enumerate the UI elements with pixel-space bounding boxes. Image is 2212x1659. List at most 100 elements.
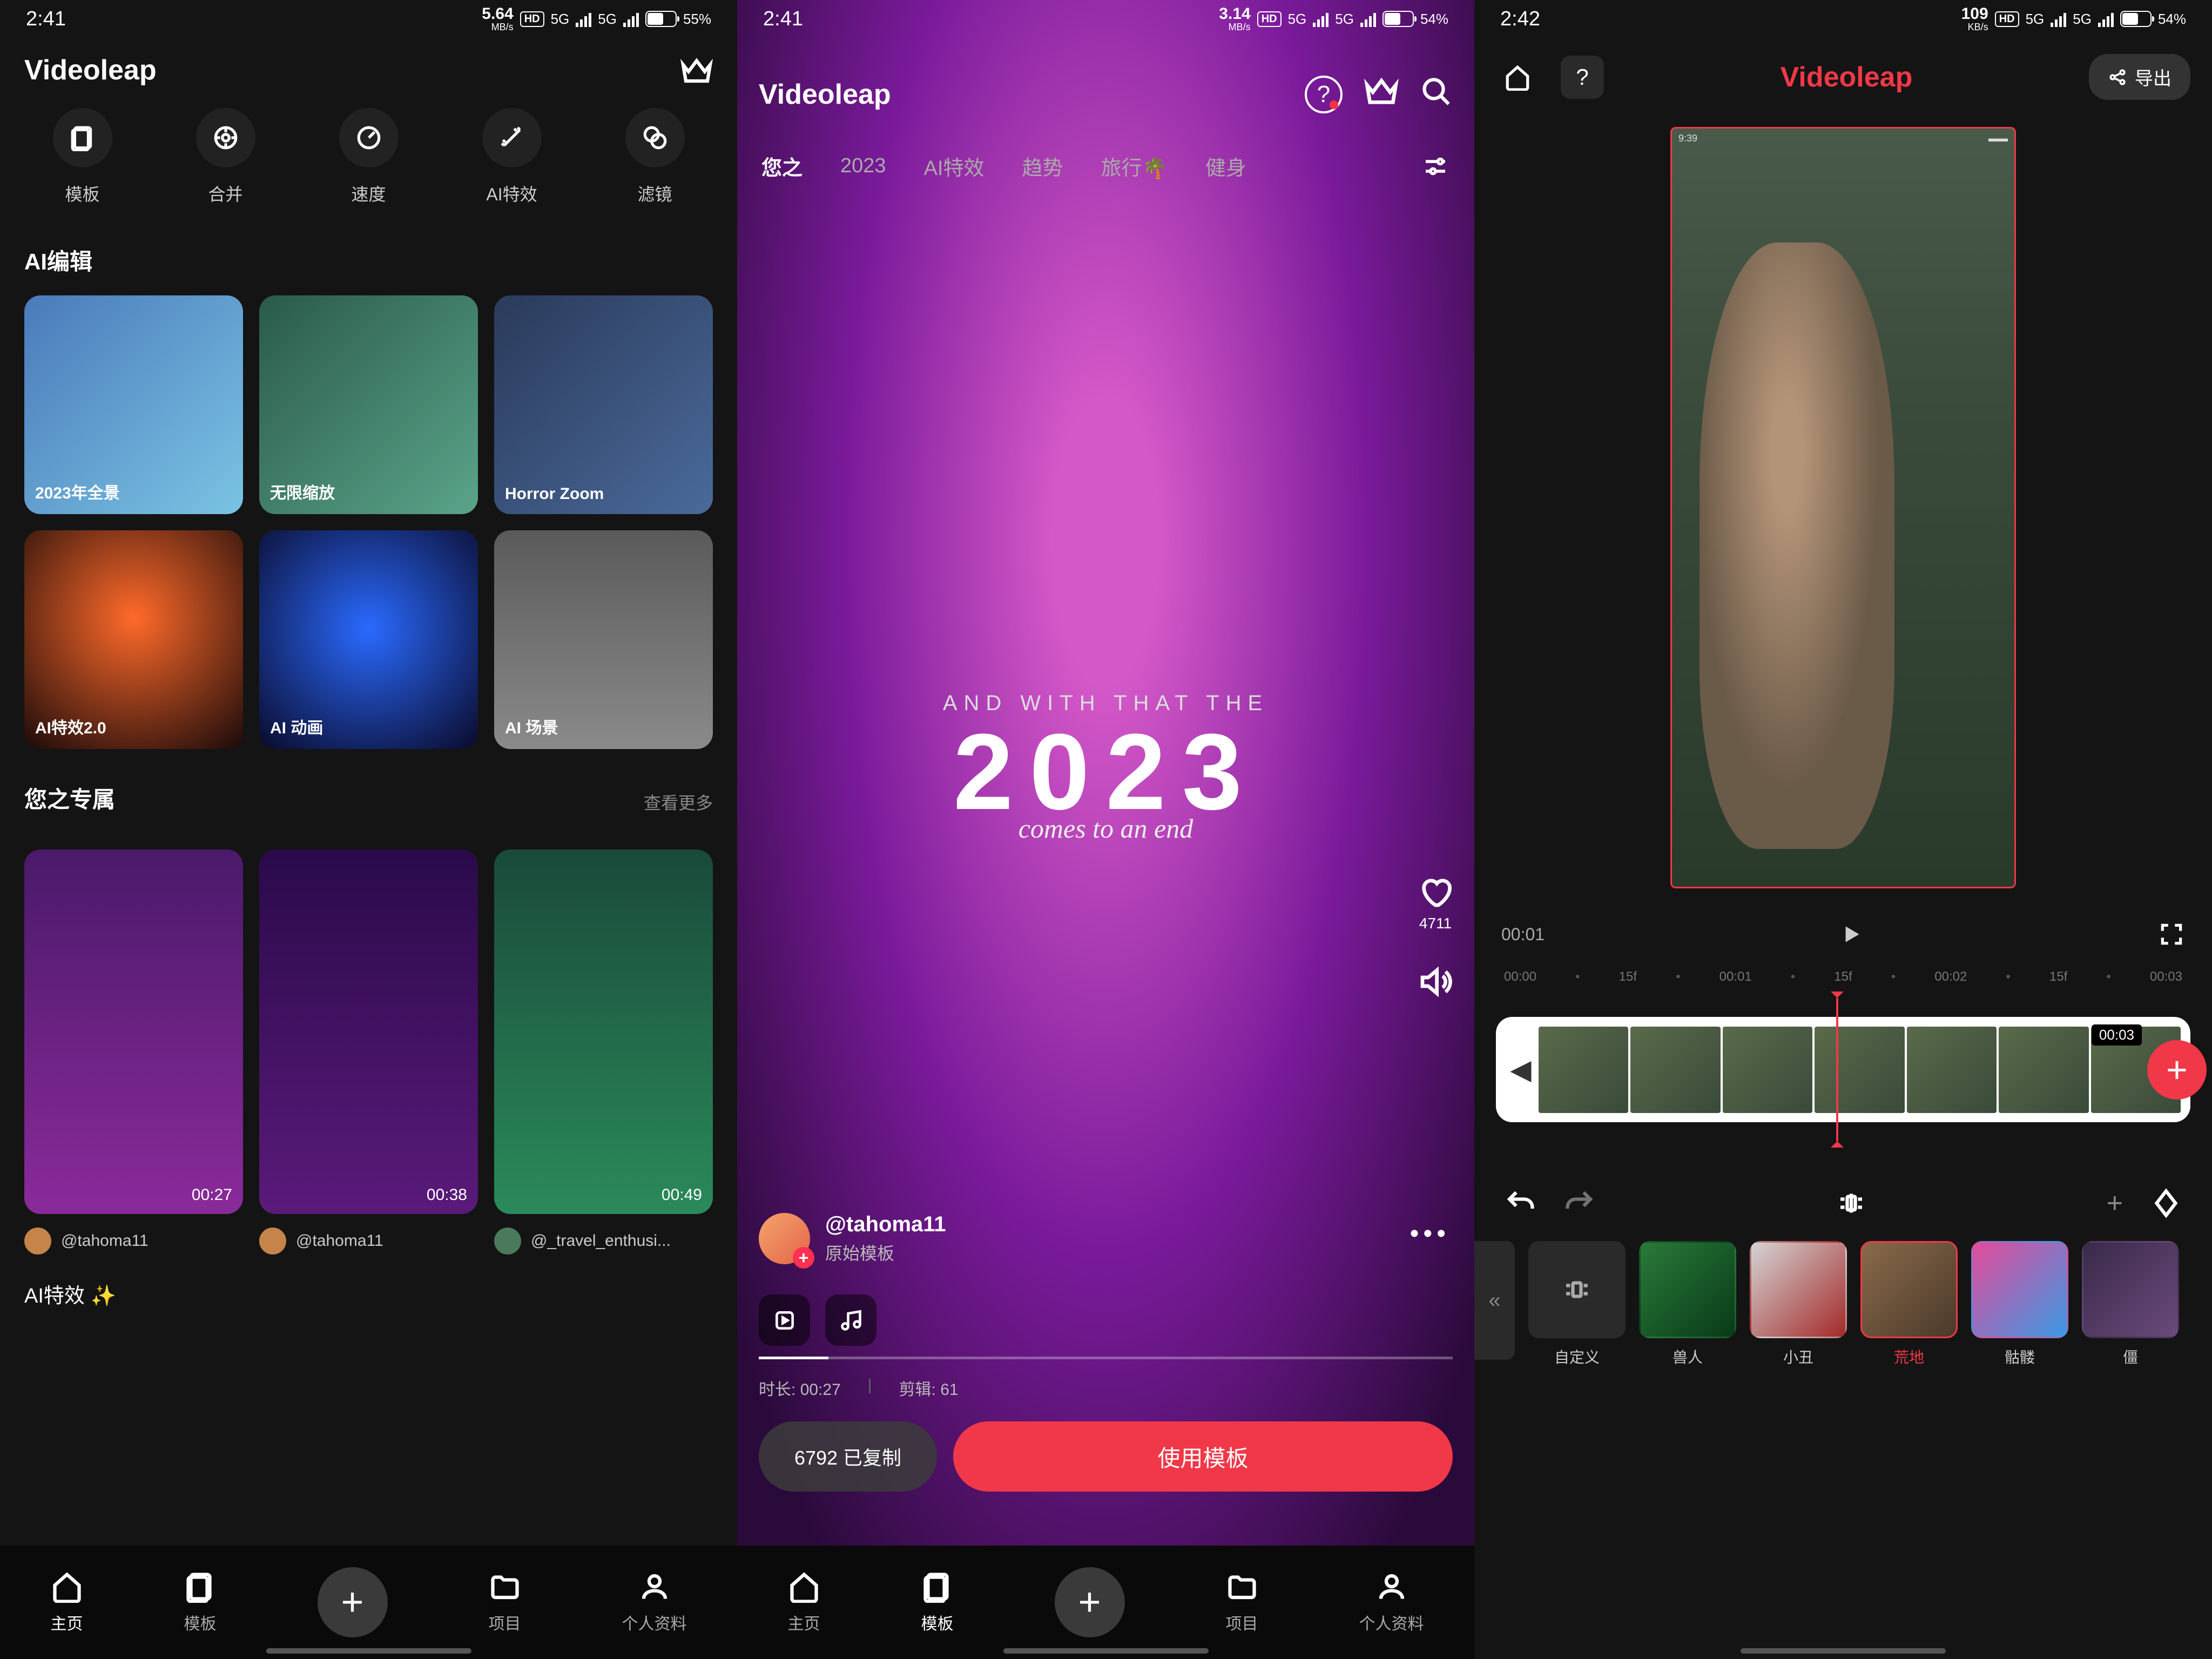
ai-card[interactable]: AI特效2.0 (24, 530, 243, 749)
bottom-nav: 主页 模板 + 项目 个人资料 (737, 1546, 1474, 1659)
premium-crown-icon[interactable] (680, 57, 713, 84)
avatar[interactable] (759, 1213, 810, 1264)
template-text-overlay: AND WITH THAT THE 2023 comes to an end (737, 691, 1474, 844)
home-indicator (266, 1648, 471, 1654)
filter-clown[interactable]: 小丑 (1750, 1241, 1847, 1367)
help-button[interactable]: ? (1561, 56, 1604, 99)
add-clip-button[interactable]: + (2147, 1040, 2207, 1100)
redo-button[interactable] (1563, 1187, 1596, 1219)
nav-profile[interactable]: 个人资料 (1359, 1570, 1424, 1634)
like-button[interactable]: 4711 (1418, 875, 1453, 932)
ai-card[interactable]: AI 场景 (494, 530, 713, 749)
signal-icon (576, 11, 591, 27)
playhead[interactable] (1836, 998, 1838, 1141)
nav-home[interactable]: 主页 (788, 1570, 820, 1634)
tool-ai-fx[interactable]: AI特效 (482, 108, 542, 206)
premium-crown-icon[interactable] (1364, 76, 1399, 106)
ai-card[interactable]: 无限缩放 (259, 295, 478, 514)
nav-projects[interactable]: 项目 (489, 1570, 521, 1634)
tab-ai[interactable]: AI特效 (924, 151, 984, 181)
template-card[interactable]: 00:49 (494, 849, 713, 1214)
tab-2023[interactable]: 2023 (840, 154, 886, 178)
filter-wasteland[interactable]: 荒地 (1860, 1241, 1958, 1367)
nav-home[interactable]: 主页 (51, 1570, 83, 1634)
undo-button[interactable] (1504, 1187, 1536, 1219)
signal-icon (623, 11, 639, 27)
tab-fitness[interactable]: 健身 (1205, 151, 1246, 181)
nav-projects[interactable]: 项目 (1226, 1570, 1258, 1634)
help-icon[interactable]: ? (1305, 76, 1343, 113)
keyframe-button[interactable] (2150, 1187, 2182, 1219)
author-block[interactable]: @tahoma11 原始模板 (759, 1212, 946, 1265)
filter-orc[interactable]: 兽人 (1639, 1241, 1736, 1367)
home-indicator (1741, 1648, 1946, 1654)
app-brand: Videoleap (759, 78, 891, 111)
template-detail-screen: 2:41 3.14MB/s HD 5G 5G 54% Videoleap ? 您… (737, 0, 1474, 1659)
tab-you[interactable]: 您之 (761, 151, 802, 181)
bottom-nav: 主页 模板 + 项目 个人资料 (0, 1546, 737, 1659)
template-card[interactable]: 00:38 (259, 849, 478, 1214)
section-ai-edit: AI编辑 (24, 244, 713, 276)
section-for-you: 您之专属 (24, 781, 115, 814)
filter-zombie[interactable]: 僵 (2082, 1241, 2179, 1367)
home-screen: 2:41 5.64MB/s HD 5G 5G 55% Videoleap 模板 … (0, 0, 737, 1659)
tool-row: 模板 合并 速度 AI特效 滤镜 (0, 108, 737, 233)
use-template-button[interactable]: 使用模板 (953, 1421, 1453, 1492)
time-ruler: 00:00• 15f• 00:01• 15f• 00:02• 15f• 00:0… (1474, 969, 2212, 984)
nav-profile[interactable]: 个人资料 (622, 1570, 687, 1634)
status-time: 2:41 (26, 8, 66, 31)
category-tabs: 您之 2023 AI特效 趋势 旅行🌴 健身 (737, 151, 1474, 181)
tool-filters[interactable]: 滤镜 (625, 108, 685, 206)
hd-icon: HD (520, 11, 544, 27)
tab-travel[interactable]: 旅行🌴 (1101, 151, 1167, 181)
nav-templates[interactable]: 模板 (921, 1570, 954, 1634)
export-button[interactable]: 导出 (2089, 54, 2190, 100)
music-pill-icon[interactable] (825, 1294, 876, 1346)
clip-strip[interactable]: ◀ 00:03 (1496, 1017, 2190, 1122)
status-bar: 2:41 5.64MB/s HD 5G 5G 55% (0, 0, 737, 38)
filter-sliders-icon[interactable] (1421, 152, 1450, 181)
nav-templates[interactable]: 模板 (184, 1570, 217, 1634)
filter-skull[interactable]: 骷髅 (1971, 1241, 2068, 1367)
search-icon[interactable] (1420, 76, 1453, 108)
create-button[interactable]: + (1055, 1567, 1125, 1637)
play-button[interactable] (1838, 921, 1865, 948)
split-button[interactable] (1835, 1187, 1867, 1219)
more-options-button[interactable]: ••• (1410, 1219, 1450, 1249)
tool-speed[interactable]: 速度 (339, 108, 399, 206)
video-pill-icon[interactable] (759, 1294, 810, 1346)
timeline[interactable]: ◀ 00:03 + (1496, 1017, 2190, 1122)
tool-templates[interactable]: 模板 (53, 108, 112, 206)
app-brand: Videoleap (24, 54, 157, 86)
ai-card[interactable]: 2023年全景 (24, 295, 243, 514)
copied-count-pill[interactable]: 6792 已复制 (759, 1421, 937, 1492)
clip-duration: 00:03 (2092, 1024, 2142, 1046)
status-bar: 2:42 109KB/s HD 5G 5G 54% (1474, 0, 2212, 38)
filter-strip: « 自定义 兽人 小丑 荒地 骷髅 僵 (1474, 1241, 2212, 1367)
video-preview[interactable]: 9:39▬▬ (1670, 127, 2016, 888)
tab-trend[interactable]: 趋势 (1022, 151, 1063, 181)
playback-progress[interactable] (759, 1357, 1453, 1359)
ai-card[interactable]: Horror Zoom (494, 295, 713, 514)
home-indicator (1003, 1648, 1209, 1654)
tool-merge[interactable]: 合并 (196, 108, 255, 206)
template-meta: 时长: 00:27 | 剪辑: 61 (759, 1376, 959, 1400)
see-more-link[interactable]: 查看更多 (644, 790, 713, 814)
editor-screen: 2:42 109KB/s HD 5G 5G 54% ? Videoleap 导出… (1474, 0, 2212, 1659)
filter-custom[interactable]: 自定义 (1528, 1241, 1626, 1367)
fullscreen-button[interactable] (2158, 921, 2185, 948)
author-link[interactable]: @tahoma11 (259, 1228, 478, 1255)
template-card[interactable]: 00:27 (24, 849, 243, 1214)
status-bar: 2:41 3.14MB/s HD 5G 5G 54% (737, 0, 1474, 38)
app-brand: Videoleap (1781, 61, 1913, 93)
clip-trim-left-icon[interactable]: ◀ (1506, 1055, 1536, 1085)
author-link[interactable]: @tahoma11 (24, 1228, 243, 1255)
home-button[interactable] (1496, 56, 1539, 99)
author-link[interactable]: @_travel_enthusi... (494, 1228, 713, 1255)
filter-drawer-button[interactable]: « (1474, 1241, 1515, 1360)
sound-button[interactable] (1418, 965, 1453, 999)
current-time: 00:01 (1501, 925, 1545, 945)
ai-card[interactable]: AI 动画 (259, 530, 478, 749)
battery-icon (645, 11, 677, 27)
create-button[interactable]: + (318, 1567, 388, 1637)
